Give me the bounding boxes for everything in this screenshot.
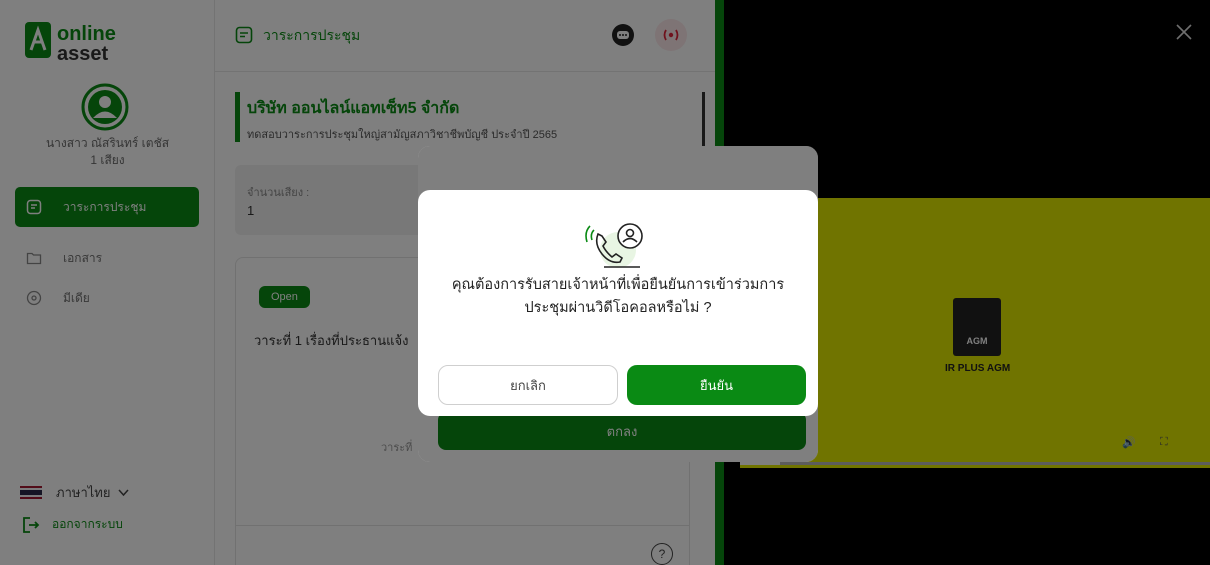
cancel-button[interactable]: ยกเลิก [438, 365, 618, 405]
confirm-button[interactable]: ยืนยัน [627, 365, 806, 405]
dialog-message-line-1: คุณต้องการรับสายเจ้าหน้าที่เพื่อยืนยันกา… [451, 277, 785, 293]
video-call-icon [585, 223, 643, 268]
dialog-message-line-2: ประชุมผ่านวิดีโอคอลหรือไม่ ? [524, 300, 712, 316]
dialog-message: คุณต้องการรับสายเจ้าหน้าที่เพื่อยืนยันกา… [418, 274, 818, 320]
video-call-confirm-dialog: คุณต้องการรับสายเจ้าหน้าที่เพื่อยืนยันกา… [418, 190, 818, 416]
